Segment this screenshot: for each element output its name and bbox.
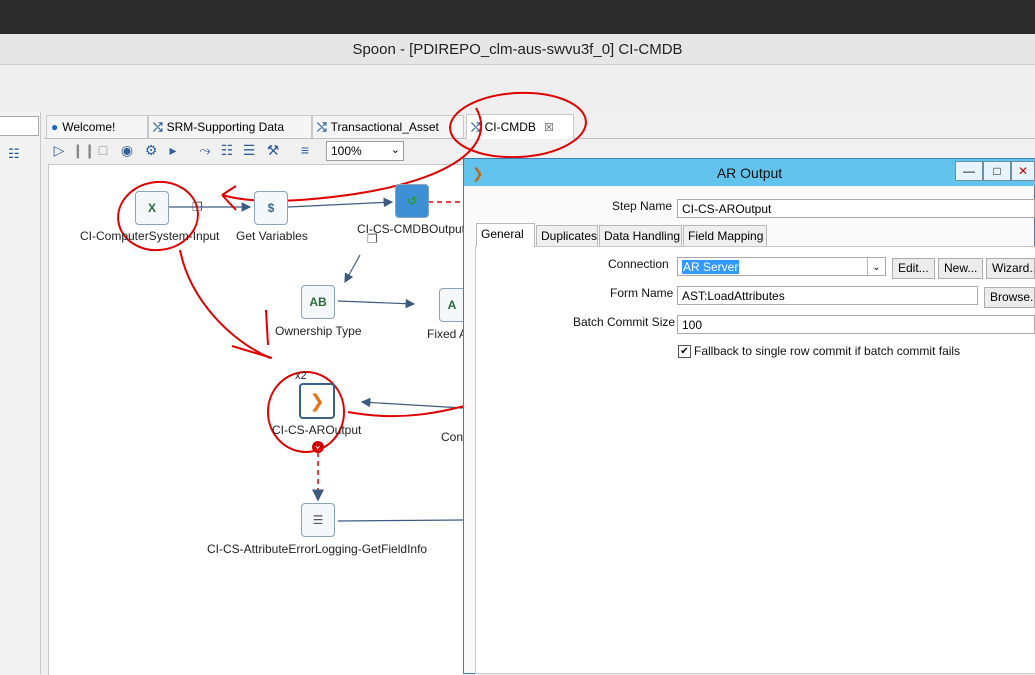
close-button[interactable]: ✕ [1011, 161, 1035, 181]
edit-button[interactable]: Edit... [892, 258, 935, 279]
hop-getvars-cmdb [287, 197, 394, 208]
node-label-con: Con [441, 430, 464, 444]
minimize-button[interactable]: — [955, 161, 983, 181]
connection-select[interactable]: AR Server ⌄ [677, 257, 886, 276]
node-label-cmdboutput: CI-CS-CMDBOutput [357, 222, 466, 236]
node-label-input: CI-ComputerSystem-Input [80, 229, 220, 243]
chevron-down-icon: ⌄ [867, 258, 885, 275]
step-name-input[interactable]: CI-CS-AROutput [677, 199, 1035, 218]
fallback-checkbox[interactable]: ✔ [678, 345, 691, 358]
node-label-ownership: Ownership Type [275, 324, 362, 338]
value-mapper-icon[interactable]: A [439, 288, 464, 322]
form-name-label: Form Name [610, 286, 674, 300]
hop-cmdb-ownership [344, 254, 361, 284]
tab-field-mapping[interactable]: Field Mapping [683, 225, 767, 246]
tab-general[interactable]: General [476, 223, 535, 247]
connection-label: Connection [608, 257, 669, 271]
dialog-titlebar: AR Output [464, 159, 1035, 186]
ar-output-icon[interactable]: ❯ [299, 383, 335, 419]
node-label-getvars: Get Variables [236, 229, 308, 243]
excel-input-icon[interactable]: X [135, 191, 169, 225]
database-output-icon[interactable]: ↺ [395, 184, 429, 218]
copy-distribute-icon: ❐ [192, 200, 203, 214]
wizard-button[interactable]: Wizard... [986, 258, 1035, 279]
step-name-label: Step Name [612, 199, 673, 213]
hop-ownership-fixed [337, 298, 416, 309]
form-name-input[interactable]: AST:LoadAttributes [677, 286, 978, 305]
fallback-label: Fallback to single row commit if batch c… [694, 344, 961, 358]
dialog-tab-panel [475, 246, 1035, 674]
batch-commit-label: Batch Commit Size [573, 315, 676, 329]
node-label-fixed: Fixed A [427, 327, 468, 341]
browse-button[interactable]: Browse... [984, 287, 1035, 308]
text-file-icon[interactable]: ☰ [301, 503, 335, 537]
dialog-title: AR Output [716, 165, 783, 181]
maximize-button[interactable]: □ [983, 161, 1011, 181]
tab-duplicates[interactable]: Duplicates [536, 225, 598, 246]
node-label-errorlog: CI-CS-AttributeErrorLogging-GetFieldInfo [207, 542, 428, 556]
value-mapper-icon[interactable]: AB [301, 285, 335, 319]
copies-badge: x2 [295, 370, 307, 382]
tab-data-handling[interactable]: Data Handling [599, 225, 682, 246]
batch-commit-input[interactable]: 100 [677, 315, 1035, 334]
hop-errorlog-out [337, 519, 464, 522]
new-button[interactable]: New... [938, 258, 984, 279]
node-label-aroutput: CI-CS-AROutput [272, 423, 362, 437]
dollar-icon[interactable]: $ [254, 191, 288, 225]
ar-output-icon: ❯ [472, 165, 484, 181]
hop-con-aroutput [360, 397, 464, 409]
